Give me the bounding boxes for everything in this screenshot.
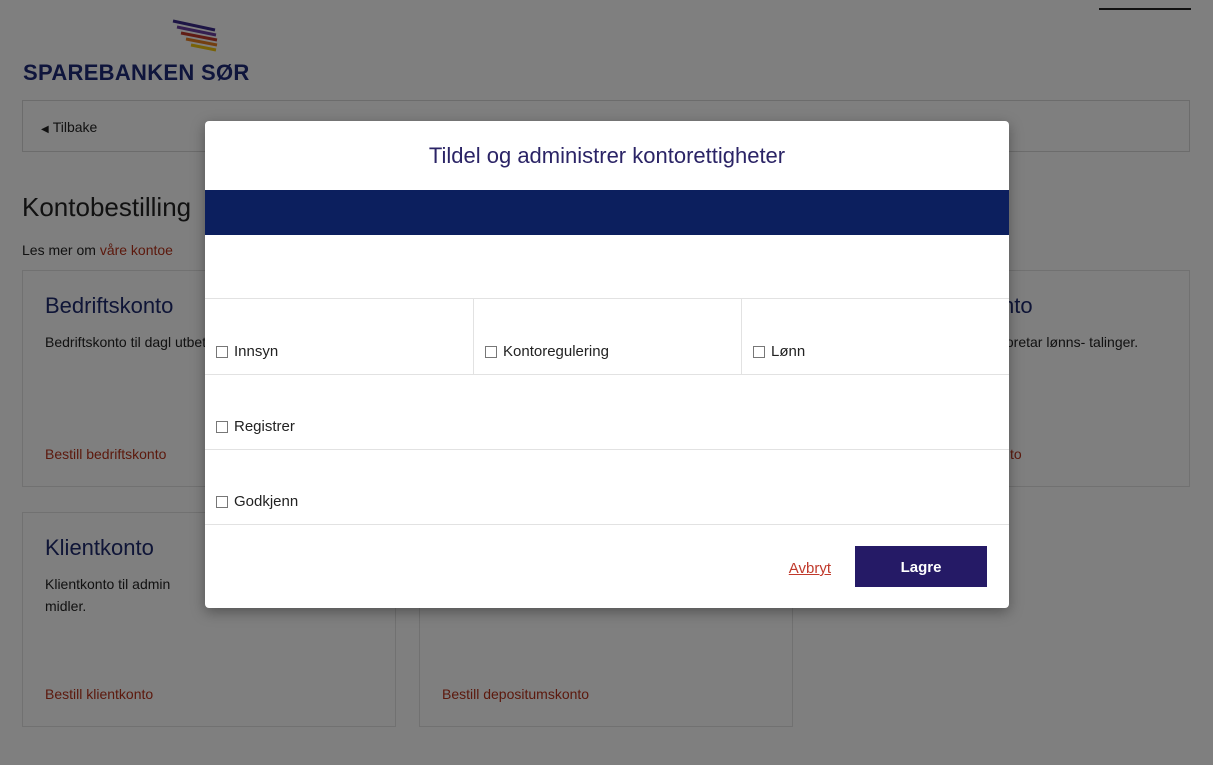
option-cell: Godkjenn bbox=[205, 449, 1009, 524]
modal-header-band bbox=[205, 190, 1009, 235]
rights-row-1: Innsyn Kontoregulering Lønn bbox=[205, 299, 1009, 375]
rights-row-3: Godkjenn bbox=[205, 449, 1009, 525]
lonn-checkbox[interactable]: Lønn bbox=[753, 343, 805, 360]
option-cell: Kontoregulering bbox=[473, 299, 742, 374]
godkjenn-checkbox[interactable]: Godkjenn bbox=[216, 493, 298, 510]
checkbox-label: Lønn bbox=[771, 343, 806, 360]
kontoregulering-checkbox[interactable]: Kontoregulering bbox=[485, 343, 609, 360]
modal-title: Tildel og administrer kontorettigheter bbox=[428, 143, 786, 168]
registrer-checkbox[interactable]: Registrer bbox=[216, 418, 295, 435]
option-cell: Lønn bbox=[741, 299, 1009, 374]
rights-row-2: Registrer bbox=[205, 374, 1009, 450]
checkbox-label: Godkjenn bbox=[234, 493, 299, 510]
option-cell: Registrer bbox=[205, 374, 1009, 449]
modal-spacer bbox=[205, 235, 1009, 299]
checkbox-label: Registrer bbox=[234, 418, 295, 435]
option-cell: Innsyn bbox=[205, 299, 473, 374]
save-button[interactable]: Lagre bbox=[855, 546, 987, 587]
innsyn-checkbox[interactable]: Innsyn bbox=[216, 343, 278, 360]
rights-modal: Tildel og administrer kontorettigheter I… bbox=[205, 121, 1009, 608]
checkbox-label: Kontoregulering bbox=[503, 343, 609, 360]
checkbox-icon[interactable] bbox=[216, 345, 228, 358]
cancel-button[interactable]: Avbryt bbox=[789, 560, 831, 577]
checkbox-icon[interactable] bbox=[216, 495, 228, 508]
checkbox-label: Innsyn bbox=[234, 343, 279, 360]
checkbox-icon[interactable] bbox=[485, 345, 497, 358]
checkbox-icon[interactable] bbox=[216, 420, 228, 433]
modal-footer: Avbryt Lagre bbox=[205, 523, 1009, 608]
checkbox-icon[interactable] bbox=[753, 345, 765, 358]
